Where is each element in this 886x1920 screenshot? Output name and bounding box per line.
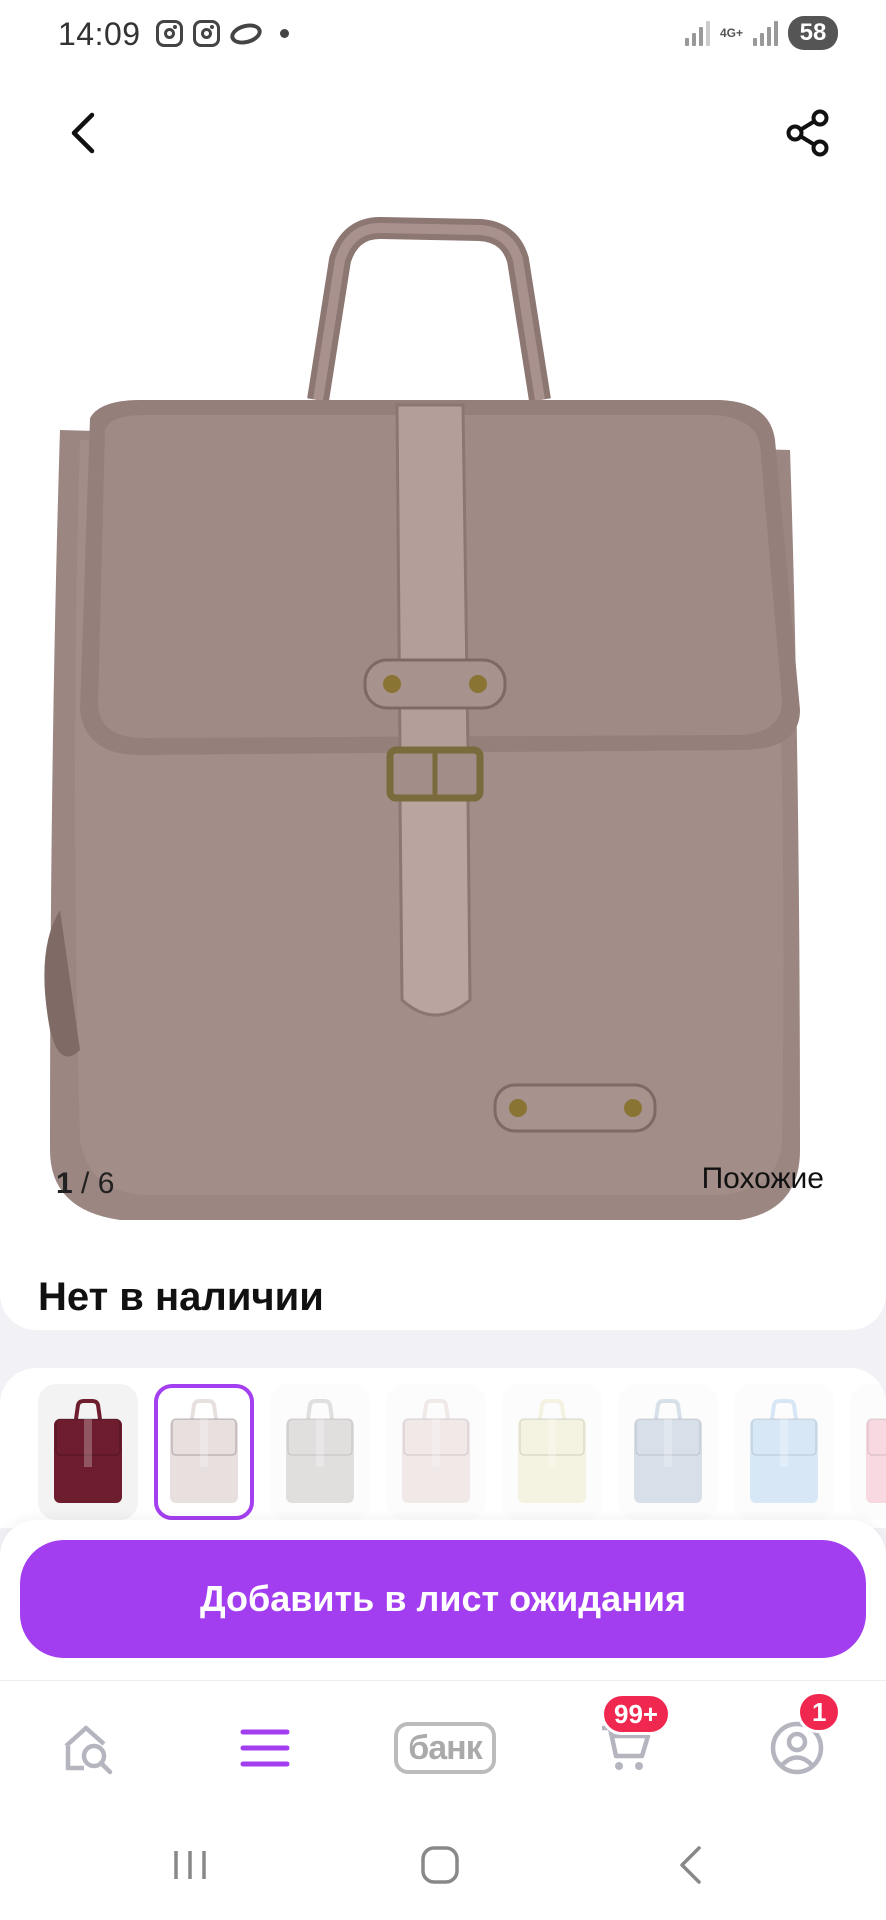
home-search-icon [64, 1725, 113, 1775]
backpack-thumbnail-image [286, 1399, 354, 1503]
battery-indicator: 58 [788, 16, 838, 50]
home-button[interactable] [400, 1840, 480, 1890]
backpack-thumbnail-image [402, 1399, 470, 1503]
more-notifications-icon [280, 29, 289, 38]
home-icon [421, 1846, 459, 1884]
variant-thumbnail[interactable] [734, 1384, 834, 1520]
similar-products-link[interactable]: Похожие [702, 1162, 824, 1196]
cta-panel: Добавить в лист ожидания [0, 1520, 886, 1680]
profile-notification-badge: 1 [797, 1691, 842, 1733]
app-notification-icon [227, 19, 265, 48]
nav-cart[interactable]: 99+ [575, 1693, 675, 1793]
recent-apps-icon [174, 1851, 206, 1879]
variant-thumbnail[interactable] [38, 1384, 138, 1520]
status-bar: 14:09 4G+ 58 [0, 0, 886, 70]
system-navigation-bar [0, 1810, 886, 1920]
system-status-icons: 4G+ 58 [684, 16, 838, 50]
chevron-left-icon [71, 112, 95, 154]
signal-icon [684, 20, 710, 46]
notification-icons [156, 19, 289, 48]
variant-thumbnail[interactable] [618, 1384, 718, 1520]
backpack-thumbnail-image [750, 1399, 818, 1503]
bank-label: банк [394, 1722, 496, 1774]
nav-catalog[interactable] [215, 1703, 315, 1793]
back-nav-button[interactable] [650, 1840, 730, 1890]
instagram-icon [193, 20, 220, 47]
backpack-thumbnail-image [518, 1399, 586, 1503]
recent-apps-button[interactable] [150, 1840, 230, 1890]
image-index: 1 [56, 1167, 73, 1200]
image-counter: 1 / 6 [56, 1167, 114, 1201]
backpack-thumbnail-image [634, 1399, 702, 1503]
backpack-thumbnail-image [54, 1399, 122, 1503]
variant-thumbnail[interactable] [386, 1384, 486, 1520]
stock-status: Нет в наличии [38, 1275, 324, 1319]
backpack-thumbnail-image [170, 1399, 238, 1503]
product-gallery[interactable]: 1 / 6 Похожие Нет в наличии [0, 70, 886, 1330]
instagram-icon [156, 20, 183, 47]
variant-thumbnails[interactable] [0, 1368, 886, 1528]
network-type: 4G+ [719, 26, 743, 40]
add-to-waitlist-button[interactable]: Добавить в лист ожидания [20, 1540, 866, 1658]
signal-icon [753, 20, 778, 46]
nav-home-search[interactable] [40, 1703, 140, 1793]
bottom-navigation: банк 99+ 1 [0, 1680, 886, 1810]
variant-thumbnail[interactable] [154, 1384, 254, 1520]
variant-thumbnail[interactable] [850, 1384, 886, 1520]
status-time: 14:09 [58, 16, 141, 52]
menu-icon [240, 1729, 290, 1767]
variant-thumbnail[interactable] [502, 1384, 602, 1520]
product-photo[interactable] [40, 150, 820, 1230]
cart-count-badge: 99+ [601, 1693, 672, 1735]
backpack-thumbnail-image [866, 1418, 886, 1503]
nav-profile[interactable]: 1 [747, 1691, 847, 1793]
nav-bank[interactable]: банк [380, 1703, 510, 1793]
image-total: / 6 [81, 1167, 115, 1200]
back-icon [680, 1846, 701, 1884]
variant-thumbnail[interactable] [270, 1384, 370, 1520]
